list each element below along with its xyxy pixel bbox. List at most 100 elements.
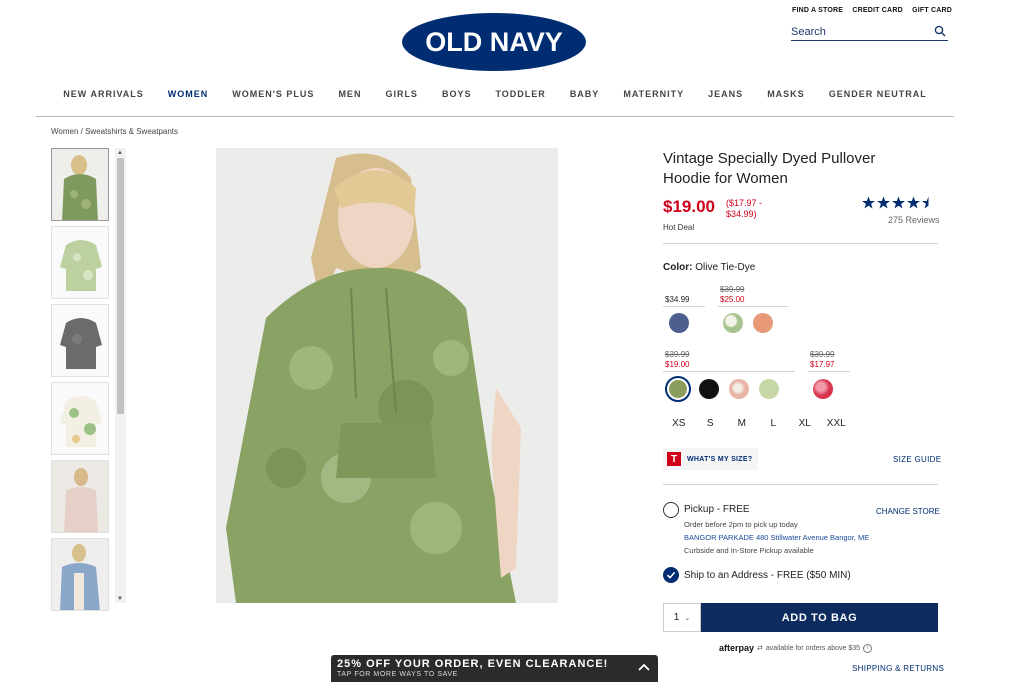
whats-my-size-button[interactable]: T WHAT'S MY SIZE? <box>663 448 759 470</box>
reviews-link[interactable]: 275 Reviews <box>888 215 940 225</box>
thumbnail-list <box>51 148 113 616</box>
swatch-navy[interactable] <box>669 313 689 333</box>
chevron-up-icon <box>638 663 650 671</box>
size-m[interactable]: M <box>726 418 758 429</box>
price-group-regular-price: $34.99 <box>665 295 690 304</box>
scroll-down-arrow-icon[interactable]: ▼ <box>117 596 123 602</box>
store-address-link[interactable]: BANGOR PARKADE 480 Stillwater Avenue Ban… <box>684 533 869 542</box>
swatch-olive-selected[interactable] <box>665 376 691 402</box>
search-bar <box>791 22 948 41</box>
swatch-black[interactable] <box>699 379 719 399</box>
find-a-store-link[interactable]: FIND A STORE <box>792 7 843 14</box>
star-icon <box>877 196 890 209</box>
original-price: $39.99 <box>810 350 835 359</box>
thumbnail-4[interactable] <box>51 382 109 455</box>
check-icon <box>666 571 676 579</box>
credit-card-link[interactable]: CREDIT CARD <box>852 7 902 14</box>
breadcrumb-sweatshirts[interactable]: Sweatshirts & Sweatpants <box>85 127 178 136</box>
nav-item-baby[interactable]: BABY <box>558 89 612 99</box>
thumbnail-6[interactable] <box>51 538 109 611</box>
product-title: Vintage Specially Dyed Pullover Hoodie f… <box>663 150 876 187</box>
quantity-value: 1 <box>673 612 680 623</box>
hot-deal-label: Hot Deal <box>663 223 695 232</box>
shipping-returns-link[interactable]: SHIPPING & RETURNS <box>852 664 944 673</box>
main-nav: NEW ARRIVALS WOMEN WOMEN'S PLUS MEN GIRL… <box>36 89 954 99</box>
swatch-green-white[interactable] <box>723 313 743 333</box>
promo-banner[interactable]: 25% OFF YOUR ORDER, EVEN CLEARANCE! TAP … <box>331 655 658 682</box>
price-group-divider <box>718 306 788 307</box>
price-group-sale-19: $39.99 $19.00 <box>665 350 689 370</box>
nav-item-gender-neutral[interactable]: GENDER NEUTRAL <box>817 89 939 99</box>
size-xxl[interactable]: XXL <box>821 418 853 429</box>
swatch-sage[interactable] <box>759 379 779 399</box>
nav-item-men[interactable]: MEN <box>326 89 373 99</box>
swatch-peach[interactable] <box>753 313 773 333</box>
ship-to-address-radio[interactable] <box>663 567 679 583</box>
price-group-divider <box>808 371 850 372</box>
size-selector: XS S M L XL XXL <box>663 418 853 429</box>
size-l[interactable]: L <box>758 418 790 429</box>
thumbnail-5[interactable] <box>51 460 109 533</box>
nav-item-women[interactable]: WOMEN <box>156 89 221 99</box>
price-group-sale-17: $39.99 $17.97 <box>810 350 834 370</box>
divider <box>663 243 938 244</box>
original-price: $39.99 <box>665 350 690 359</box>
star-icon <box>907 196 920 209</box>
pickup-label: Pickup - FREE <box>684 504 750 515</box>
price-range-line2: $34.99) <box>726 209 757 219</box>
half-star-icon <box>922 196 929 209</box>
thumbnail-1[interactable] <box>51 148 109 221</box>
color-value: Olive Tie-Dye <box>695 262 756 273</box>
nav-item-maternity[interactable]: MATERNITY <box>611 89 696 99</box>
search-icon[interactable] <box>934 25 946 37</box>
promo-subtext: TAP FOR MORE WAYS TO SAVE <box>337 671 458 678</box>
main-product-image[interactable] <box>216 148 558 603</box>
nav-divider <box>36 116 954 117</box>
thumbnail-scrollbar[interactable]: ▲ ▼ <box>115 148 126 603</box>
nav-item-boys[interactable]: BOYS <box>430 89 484 99</box>
thumbnail-3[interactable] <box>51 304 109 377</box>
nav-item-jeans[interactable]: JEANS <box>696 89 755 99</box>
price-group-divider <box>663 306 705 307</box>
color-label: Color: Olive Tie-Dye <box>663 262 755 273</box>
nav-item-new-arrivals[interactable]: NEW ARRIVALS <box>51 89 156 99</box>
sale-price: $17.97 <box>810 360 835 369</box>
current-price: $19.00 <box>663 197 715 216</box>
afterpay-logo: afterpay <box>719 643 755 653</box>
price-group-regular: $34.99 <box>665 295 689 305</box>
size-guide-link[interactable]: SIZE GUIDE <box>893 455 941 464</box>
gift-card-link[interactable]: GIFT CARD <box>912 7 952 14</box>
promo-headline: 25% OFF YOUR ORDER, EVEN CLEARANCE! <box>337 658 609 670</box>
nav-item-toddler[interactable]: TODDLER <box>483 89 557 99</box>
swatch-pink-tie-dye[interactable] <box>729 379 749 399</box>
sale-price: $19.00 <box>665 360 690 369</box>
nav-item-womens-plus[interactable]: WOMEN'S PLUS <box>220 89 326 99</box>
breadcrumb-women[interactable]: Women <box>51 127 78 136</box>
quantity-select[interactable]: 1 ⌄ <box>663 603 701 632</box>
whats-my-size-label: WHAT'S MY SIZE? <box>687 455 753 463</box>
pickup-radio[interactable] <box>663 502 679 518</box>
old-navy-logo[interactable]: OLD NAVY <box>401 12 587 72</box>
price-group-sale-25: $39.99 $25.00 <box>720 285 744 305</box>
search-input[interactable] <box>791 24 926 38</box>
color-label-key: Color: <box>663 262 693 273</box>
add-to-bag-button[interactable]: ADD TO BAG <box>701 603 938 632</box>
info-icon[interactable]: i <box>863 643 873 653</box>
scrollbar-thumb[interactable] <box>117 158 124 414</box>
size-xl[interactable]: XL <box>789 418 821 429</box>
star-icon <box>892 196 905 209</box>
change-store-link[interactable]: CHANGE STORE <box>876 507 940 516</box>
curbside-note: Curbside and In-Store Pickup available <box>684 546 814 555</box>
chevron-down-icon: ⌄ <box>684 614 691 622</box>
true-fit-icon: T <box>667 452 681 466</box>
nav-item-girls[interactable]: GIRLS <box>373 89 430 99</box>
thumbnail-2[interactable] <box>51 226 109 299</box>
nav-item-masks[interactable]: MASKS <box>755 89 817 99</box>
size-xs[interactable]: XS <box>663 418 695 429</box>
swatch-red-tie-dye[interactable] <box>813 379 833 399</box>
size-s[interactable]: S <box>695 418 727 429</box>
afterpay-icon: ⇄ <box>757 645 763 652</box>
scroll-up-arrow-icon[interactable]: ▲ <box>117 150 123 156</box>
pickup-note: Order before 2pm to pick up today <box>684 520 798 529</box>
star-rating <box>862 196 929 209</box>
